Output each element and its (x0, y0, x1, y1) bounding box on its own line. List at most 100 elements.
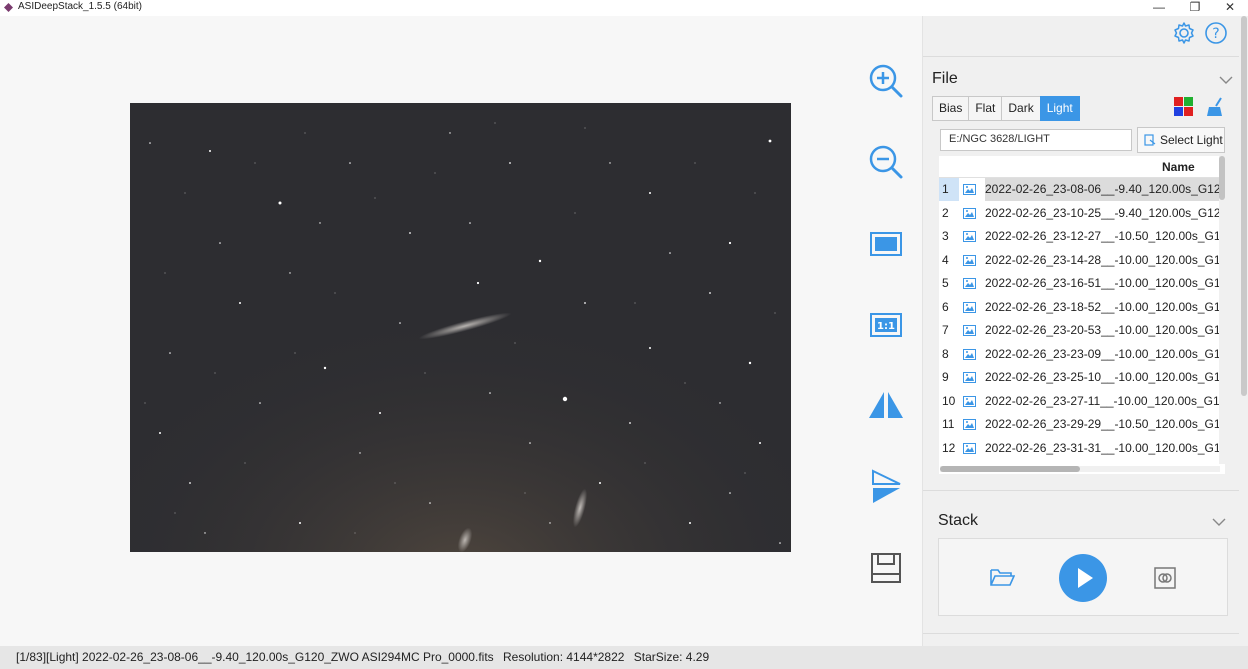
table-row[interactable]: 7 2022-02-26_23-20-53__-10.00_120.00s_G12… (939, 319, 1225, 343)
zoom-in-icon (869, 64, 903, 98)
table-row[interactable]: 9 2022-02-26_23-25-10__-10.00_120.00s_G12… (939, 366, 1225, 390)
image-file-icon (963, 419, 976, 430)
image-file-icon (963, 254, 976, 266)
file-name: 2022-02-26_23-12-27__-10.50_120.00s_G120… (985, 229, 1225, 243)
color-channels-icon[interactable] (1174, 97, 1194, 117)
chevron-down-icon[interactable] (1212, 517, 1226, 527)
svg-text:1:1: 1:1 (877, 321, 895, 332)
open-folder-button[interactable] (989, 566, 1015, 588)
image-viewer[interactable] (0, 16, 848, 646)
chevron-down-icon[interactable] (1219, 75, 1233, 85)
flip-vertical-icon (872, 469, 901, 503)
tab-light[interactable]: Light (1039, 96, 1080, 121)
image-file-icon (963, 395, 976, 407)
minimize-button[interactable]: — (1144, 0, 1174, 16)
flip-vertical-button[interactable] (866, 467, 906, 507)
row-index: 7 (939, 319, 959, 342)
row-index: 5 (939, 272, 959, 295)
zoom-out-button[interactable] (866, 142, 906, 182)
settings-button[interactable] (1172, 21, 1196, 45)
flip-horizontal-icon (869, 392, 903, 418)
restore-button[interactable]: ❐ (1180, 0, 1210, 16)
status-current-file: [1/83][Light] 2022-02-26_23-08-06__-9.40… (16, 650, 494, 664)
tab-bias[interactable]: Bias (932, 96, 970, 121)
table-row[interactable]: 3 2022-02-26_23-12-27__-10.50_120.00s_G12… (939, 225, 1225, 249)
image-file-icon (963, 278, 976, 289)
select-file-icon (1144, 134, 1156, 146)
flip-horizontal-button[interactable] (866, 386, 906, 426)
view-toolbar: 1:1 (848, 16, 922, 646)
table-header: Name (939, 156, 1219, 178)
row-index: 12 (939, 436, 959, 460)
table-row[interactable]: 4 2022-02-26_23-14-28__-10.00_120.00s_G12… (939, 248, 1225, 273)
file-name: 2022-02-26_23-29-29__-10.50_120.00s_G120… (985, 417, 1225, 431)
image-file-icon (963, 442, 976, 454)
tab-dark[interactable]: Dark (1001, 96, 1041, 121)
table-row[interactable]: 5 2022-02-26_23-16-51__-10.00_120.00s_G12… (939, 272, 1225, 296)
row-index: 4 (939, 248, 959, 272)
row-index: 9 (939, 366, 959, 389)
image-file-icon (963, 372, 976, 383)
fit-window-button[interactable] (866, 224, 906, 264)
clear-list-icon[interactable] (1204, 96, 1226, 118)
stack-controls (938, 538, 1228, 616)
table-row[interactable]: 6 2022-02-26_23-18-52__-10.00_120.00s_G12… (939, 295, 1225, 320)
register-button[interactable] (1153, 566, 1177, 590)
table-row[interactable]: 1 2022-02-26_23-08-06__-9.40_120.00s_G120… (939, 178, 1225, 202)
table-row[interactable]: 2 2022-02-26_23-10-25__-9.40_120.00s_G120… (939, 201, 1225, 226)
image-file-icon (963, 231, 976, 242)
status-star-size: StarSize: 4.29 (633, 650, 710, 664)
preview-image[interactable] (130, 103, 791, 552)
help-icon: ? (1205, 22, 1227, 44)
start-stack-button[interactable] (1059, 554, 1107, 602)
tab-flat[interactable]: Flat (968, 96, 1003, 121)
file-name: 2022-02-26_23-31-31__-10.00_120.00s_G120… (985, 440, 1225, 455)
app-logo-icon (4, 3, 13, 12)
image-file-icon (963, 348, 976, 360)
select-light-button[interactable]: Select Light (1137, 127, 1225, 153)
status-bar: [1/83][Light] 2022-02-26_23-08-06__-9.40… (0, 646, 1248, 669)
light-folder-path-input[interactable]: E:/NGC 3628/LIGHT (940, 129, 1132, 151)
file-name: 2022-02-26_23-10-25__-9.40_120.00s_G120_… (985, 205, 1225, 220)
table-row[interactable]: 12 2022-02-26_23-31-31__-10.00_120.00s_G1… (939, 436, 1225, 461)
file-name: 2022-02-26_23-18-52__-10.00_120.00s_G120… (985, 299, 1225, 314)
column-header-name[interactable]: Name (1162, 160, 1195, 174)
light-frames-table[interactable]: Name 1 2022-02-26_23-08-06__-9.40_120.00s… (939, 156, 1225, 474)
row-index: 1 (939, 178, 959, 201)
panel-scrollbar[interactable] (1241, 16, 1247, 396)
close-button[interactable]: ✕ (1215, 0, 1245, 16)
fit-window-icon (870, 232, 902, 256)
row-index: 3 (939, 225, 959, 248)
save-image-button[interactable] (866, 548, 906, 588)
control-panel: ? File Bias Flat Dark Light E:/NGC 3628/… (922, 16, 1248, 646)
row-index: 6 (939, 295, 959, 319)
actual-size-button[interactable]: 1:1 (866, 305, 906, 345)
svg-text:?: ? (1212, 26, 1219, 42)
divider (923, 56, 1239, 57)
play-icon (1078, 568, 1093, 588)
table-vertical-scrollbar[interactable] (1219, 156, 1225, 464)
zoom-out-icon (869, 145, 903, 179)
stack-section-title: Stack (938, 512, 979, 529)
file-name: 2022-02-26_23-20-53__-10.00_120.00s_G120… (985, 323, 1225, 337)
title-bar: ASIDeepStack_1.5.5 (64bit) — ❐ ✕ (0, 0, 1248, 16)
row-index: 10 (939, 389, 959, 413)
file-name: 2022-02-26_23-25-10__-10.00_120.00s_G120… (985, 370, 1225, 384)
help-button[interactable]: ? (1204, 21, 1228, 45)
file-name: 2022-02-26_23-23-09__-10.00_120.00s_G120… (985, 346, 1225, 361)
zoom-in-button[interactable] (866, 61, 906, 101)
file-name: 2022-02-26_23-16-51__-10.00_120.00s_G120… (985, 276, 1225, 290)
image-file-icon (963, 325, 976, 336)
gear-icon (1174, 22, 1194, 44)
actual-size-icon: 1:1 (870, 313, 902, 337)
table-horizontal-scrollbar[interactable] (940, 466, 1220, 472)
file-name: 2022-02-26_23-08-06__-9.40_120.00s_G120_… (985, 178, 1225, 201)
image-file-icon (963, 184, 976, 195)
table-row[interactable]: 11 2022-02-26_23-29-29__-10.50_120.00s_G1… (939, 413, 1225, 437)
divider (923, 490, 1239, 491)
image-file-icon (963, 207, 976, 219)
row-index: 8 (939, 342, 959, 366)
select-light-label: Select Light (1160, 133, 1223, 147)
table-row[interactable]: 8 2022-02-26_23-23-09__-10.00_120.00s_G12… (939, 342, 1225, 367)
table-row[interactable]: 10 2022-02-26_23-27-11__-10.00_120.00s_G1… (939, 389, 1225, 414)
